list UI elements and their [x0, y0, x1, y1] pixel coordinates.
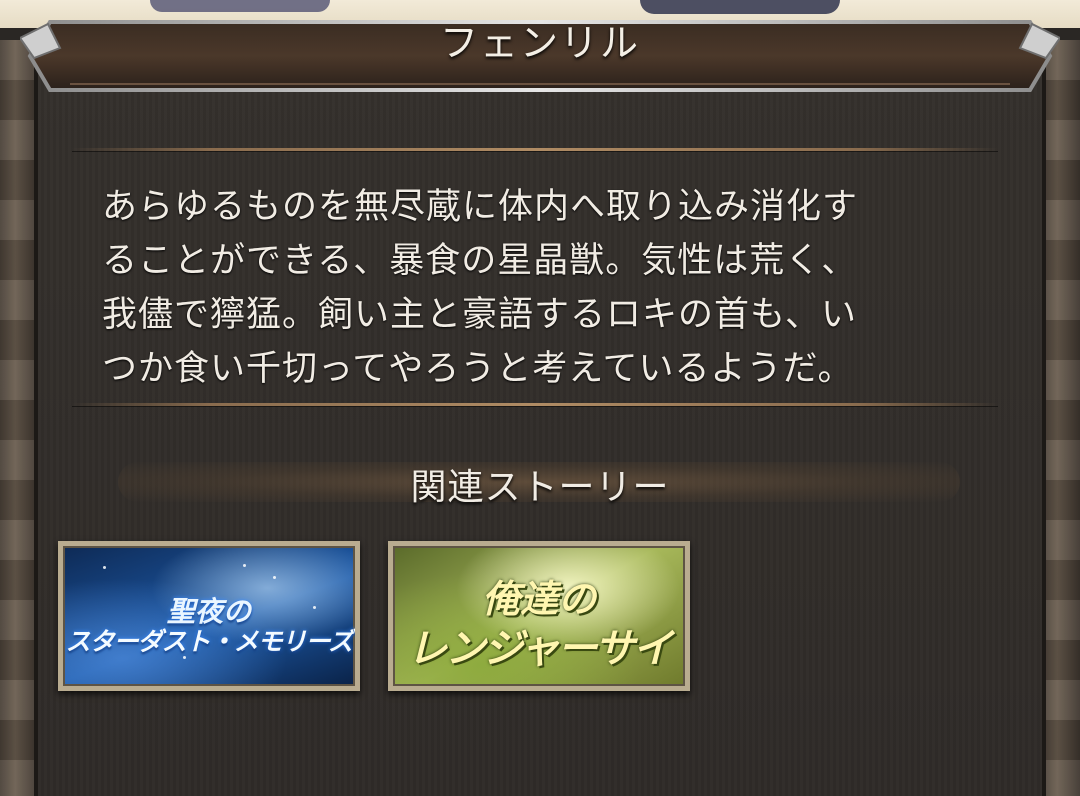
description-line: ることができる、暴食の星晶獣。気性は荒く、 [102, 241, 858, 281]
story-card-stardust-memories[interactable]: 聖夜の スターダスト・メモリーズ [58, 541, 360, 691]
story-card-ranger-sign[interactable]: 俺達の レンジャーサイン! [388, 541, 690, 691]
story-card-title-line2: スターダスト・メモリーズ [65, 627, 354, 656]
page-title: フェンリル [439, 21, 640, 65]
sparkle-decor [273, 576, 276, 579]
frame-left-ornament [0, 40, 38, 796]
description-line: つか食い千切ってやろうと考えているようだ。 [102, 349, 854, 389]
story-card-title-line1: 俺達の [481, 577, 596, 621]
divider-bottom [72, 403, 998, 407]
sparkle-decor [103, 566, 106, 569]
related-stories-heading: 関連ストーリー [410, 467, 670, 508]
story-card-title-line2: レンジャーサイン! [407, 626, 672, 686]
character-description: あらゆるものを無尽蔵に体内へ取り込み消化す ることができる、暴食の星晶獣。気性は… [102, 180, 972, 396]
description-line: あらゆるものを無尽蔵に体内へ取り込み消化す [102, 187, 859, 227]
frame-right-ornament [1042, 40, 1080, 796]
divider-top [72, 148, 998, 152]
description-line: 我儘で獰猛。飼い主と豪語するロキの首も、い [102, 295, 857, 335]
sparkle-decor [243, 564, 246, 567]
background-decor [150, 0, 330, 12]
